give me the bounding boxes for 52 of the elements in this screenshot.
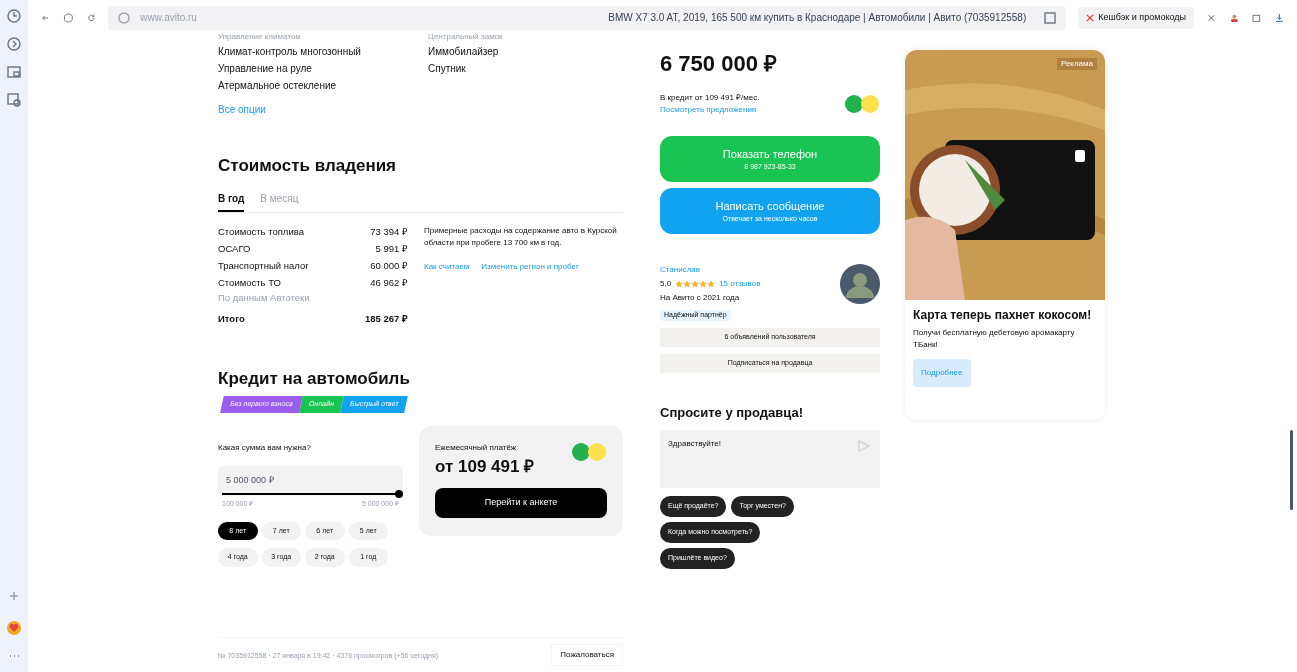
bookmark-icon[interactable]: [1042, 9, 1059, 26]
option-text: Климат-контроль многозонный: [218, 45, 362, 59]
cashback-button[interactable]: Кешбэк и промокоды: [1078, 6, 1194, 29]
ask-title: Спросите у продавца!: [660, 403, 804, 422]
price: 6 750 000 ₽: [660, 50, 778, 78]
ad-text: Получи бесплатную дебетовую аромакарту ТБанк!: [913, 327, 1076, 351]
amount-field[interactable]: 5 000 000 ₽: [218, 466, 403, 496]
cost-description: Примерные расходы на содержание авто в Курской области при пробеге 13 700 км в год.: [424, 224, 618, 249]
ad-badge: Реклама: [1056, 58, 1097, 70]
url-text: www.avito.ru: [140, 11, 198, 25]
report-button[interactable]: Пожаловаться: [551, 644, 623, 666]
section-title: Кредит на автомобиль: [218, 368, 411, 390]
cost-label: Транспортный налог: [218, 259, 309, 273]
page-title: BMW X7 3.0 AT, 2019, 165 500 км купить в Краснодаре | Автомобили | Авито (7035912558): [608, 11, 1027, 25]
rating: 5,0: [660, 278, 672, 290]
address-bar[interactable]: www.avito.ru BMW X7 3.0 AT, 2019, 165 500 км купить в Краснодаре | Автомобили | Авито (7035912558): [108, 5, 1067, 30]
cost-value: 46 962 ₽: [370, 276, 408, 291]
credit-text: В кредит от 109 491 ₽/мес.: [660, 92, 760, 104]
screenshot-icon[interactable]: [6, 92, 22, 108]
payment-label: Ежемесячный платёж: [435, 442, 518, 454]
total-label: Итого: [218, 311, 245, 326]
option-text: Атермальное остекление: [218, 79, 338, 93]
cost-label: Стоимость ТО: [218, 276, 281, 291]
bank-logos-icon: [571, 442, 607, 462]
ad-title: Карта теперь пахнет кокосом!: [913, 308, 1093, 323]
cost-value: 73 394 ₽: [370, 224, 408, 239]
cost-value: 60 000 ₽: [370, 259, 408, 273]
payment-value: от 109 491 ₽: [435, 456, 535, 478]
option-text: Управление на руле: [218, 62, 313, 76]
cashback-icon: [1086, 13, 1095, 22]
total-value: 185 267 ₽: [365, 311, 408, 326]
section-title: Стоимость владения: [218, 155, 398, 177]
message-field[interactable]: Здравствуйте!: [660, 430, 880, 488]
option-text: Центральный замок: [428, 31, 504, 43]
amount-label: Какая сумма вам нужна?: [218, 442, 312, 454]
ad-card[interactable]: Реклама Карта теперь пахнет кокосом! Получи бесплатную дебетовую аромакарту ТБанк! Подробнее: [905, 50, 1105, 420]
period-tab[interactable]: В год: [218, 190, 245, 212]
history-icon[interactable]: [6, 8, 22, 24]
picture-in-picture-icon[interactable]: [6, 64, 22, 80]
apply-button[interactable]: Перейти к анкете: [435, 487, 607, 518]
cost-label: ОСАГО: [218, 241, 251, 256]
play-icon[interactable]: [6, 36, 22, 52]
option-text: Спутник: [428, 62, 467, 76]
seller-avatar[interactable]: [840, 264, 880, 304]
option-text: Управление климатом: [218, 31, 302, 43]
cost-label: Стоимость топлива: [218, 224, 304, 239]
scrollbar-thumb[interactable]: [1290, 430, 1293, 510]
bank-logos-icon: [844, 94, 880, 114]
option-text: Иммобилайзер: [428, 45, 500, 59]
seller-since: На Авито с 2021 года: [660, 292, 741, 304]
cost-value: 5 991 ₽: [375, 241, 408, 256]
cost-note: По данным Автотеки: [218, 290, 311, 305]
